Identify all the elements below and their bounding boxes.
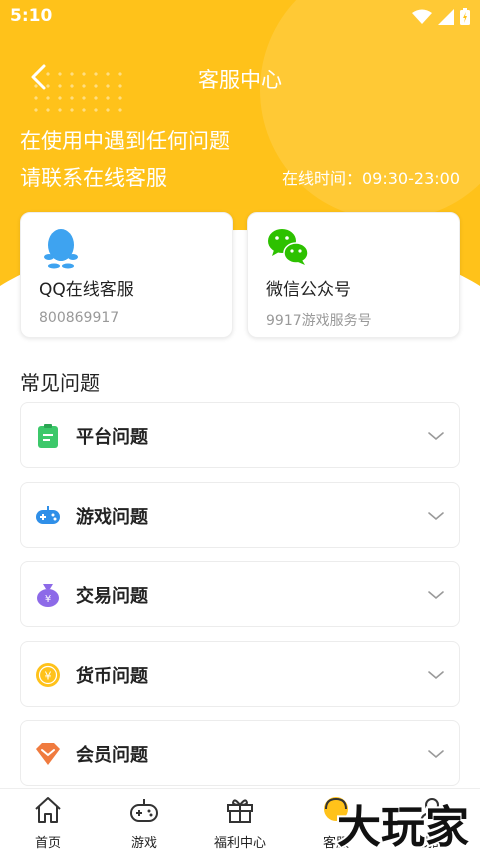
tab-label: 首页	[34, 836, 61, 851]
qq-service-card[interactable]: QQ在线客服 800869917	[20, 212, 233, 338]
qq-penguin-icon	[44, 229, 78, 269]
battery-icon	[460, 8, 470, 25]
watermark-logo: 大玩家	[335, 800, 471, 852]
faq-item-currency[interactable]: ¥ 货币问题	[20, 640, 460, 707]
diamond-icon	[36, 743, 60, 765]
faq-item-label: 交易问题	[76, 586, 148, 607]
chevron-down-icon	[428, 591, 444, 600]
money-bag-icon: ¥	[37, 584, 59, 607]
qq-service-title: QQ在线客服	[39, 280, 134, 300]
online-hours: 在线时间：09:30-23:00	[282, 165, 460, 189]
svg-text:大玩家: 大玩家	[337, 802, 469, 852]
page-title: 客服中心	[198, 68, 282, 92]
online-hours-value: 09:30-23:00	[362, 169, 460, 188]
home-icon	[35, 797, 61, 823]
wechat-card[interactable]: 微信公众号 9917游戏服务号	[247, 212, 460, 338]
status-bar: 5:10	[0, 0, 480, 34]
signal-icon	[438, 8, 454, 25]
tab-label: 游戏	[130, 836, 157, 851]
tab-games[interactable]: 游戏	[96, 789, 192, 854]
faq-item-label: 会员问题	[76, 745, 148, 766]
wechat-title: 微信公众号	[266, 280, 351, 300]
qq-service-number: 800869917	[39, 310, 120, 326]
status-time: 5:10	[10, 6, 53, 26]
gamepad-icon	[36, 505, 60, 524]
gift-icon	[227, 799, 253, 823]
chevron-down-icon	[428, 750, 444, 759]
faq-list: 平台问题 游戏问题 ¥ 交易问题 ¥ 货币问题 会员问题	[20, 402, 460, 800]
faq-item-label: 平台问题	[76, 427, 148, 448]
online-hours-label: 在线时间：	[281, 169, 362, 188]
svg-text:¥: ¥	[45, 669, 52, 682]
hero-line-2: 请联系在线客服	[20, 166, 167, 190]
chevron-down-icon	[428, 432, 444, 441]
gamepad-icon	[130, 799, 158, 822]
coin-icon: ¥	[36, 662, 60, 687]
faq-item-label: 游戏问题	[76, 506, 148, 528]
wechat-account-name: 9917游戏服务号	[266, 313, 372, 329]
clipboard-icon	[38, 424, 58, 448]
tab-home[interactable]: 首页	[0, 789, 96, 854]
hero-line-1: 在使用中遇到任何问题	[20, 129, 230, 153]
faq-item-member[interactable]: 会员问题	[20, 720, 460, 786]
faq-item-trade[interactable]: ¥ 交易问题	[20, 561, 460, 627]
wifi-icon	[412, 9, 432, 24]
chevron-down-icon	[428, 670, 444, 679]
faq-item-game[interactable]: 游戏问题	[20, 481, 460, 548]
faq-item-platform[interactable]: 平台问题	[20, 402, 460, 468]
svg-text:¥: ¥	[45, 594, 51, 605]
status-icons	[412, 8, 470, 25]
faq-item-label: 货币问题	[76, 665, 148, 687]
tab-label: 福利中心	[213, 836, 266, 851]
faq-heading: 常见问题	[20, 371, 100, 395]
wechat-icon	[268, 229, 309, 265]
chevron-down-icon	[428, 511, 444, 520]
tab-welfare[interactable]: 福利中心	[192, 789, 288, 854]
